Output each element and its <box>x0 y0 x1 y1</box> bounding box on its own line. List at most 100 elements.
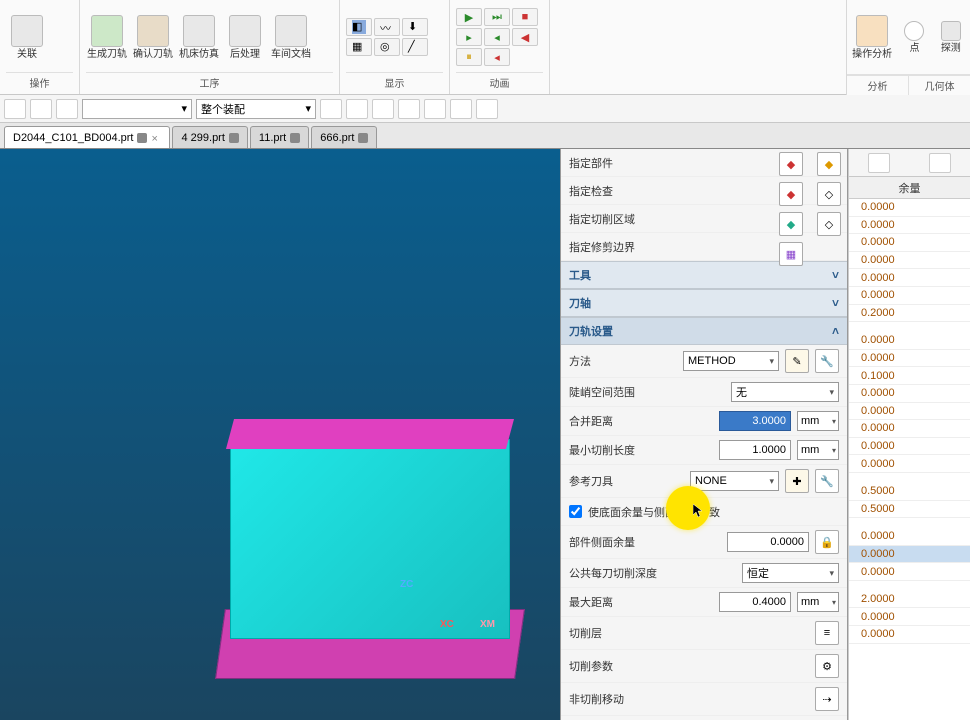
stock-value-cell[interactable]: 0.5000 <box>849 483 970 501</box>
qbtn-8[interactable] <box>424 99 446 119</box>
anim-rev[interactable]: ◀ <box>512 28 538 46</box>
tab-11[interactable]: 11.prt <box>250 126 309 148</box>
stock-value-cell[interactable]: 0.0000 <box>849 626 970 644</box>
anim-step[interactable]: ▸ <box>456 28 482 46</box>
3d-viewport[interactable]: ZC XC XM <box>0 149 560 720</box>
combo-cut-depth[interactable]: 恒定 <box>742 563 839 583</box>
lock-icon[interactable]: 🔒 <box>815 530 839 554</box>
combo-steep[interactable]: 无 <box>731 382 839 402</box>
stock-value-cell[interactable]: 0.2000 <box>849 305 970 323</box>
anim-end[interactable]: ⏭ <box>484 8 510 26</box>
display-btn-6[interactable]: ╱ <box>402 38 428 56</box>
section-path-settings[interactable]: 刀轨设置˄ <box>561 317 847 345</box>
spec-part-show-icon[interactable]: ◆ <box>817 152 841 176</box>
input-mincut-length[interactable] <box>719 440 791 460</box>
combo-filter-1[interactable]: ▾ <box>82 99 192 119</box>
cut-params-icon[interactable]: ⚙ <box>815 654 839 678</box>
stock-value-cell[interactable]: 0.0000 <box>849 546 970 564</box>
ana-btn-2[interactable] <box>929 153 951 173</box>
tab-d2044[interactable]: D2044_C101_BD004.prt× <box>4 126 170 148</box>
method-edit-icon[interactable]: ✎ <box>785 349 809 373</box>
stock-value-cell[interactable]: 0.5000 <box>849 501 970 519</box>
stock-value-cell[interactable]: 0.0000 <box>849 234 970 252</box>
stock-value-cell[interactable] <box>849 518 970 528</box>
combo-filter-2[interactable]: 整个装配▾ <box>196 99 316 119</box>
spec-cutarea-show-icon[interactable]: ◇ <box>817 212 841 236</box>
stock-value-cell[interactable]: 0.0000 <box>849 563 970 581</box>
spec-check-show-icon[interactable]: ◇ <box>817 182 841 206</box>
spec-part-pick-icon[interactable]: ◆ <box>779 152 803 176</box>
qbtn-9[interactable] <box>450 99 472 119</box>
qbtn-3[interactable] <box>56 99 78 119</box>
ribbon-btn-shopdoc[interactable]: 车间文档 <box>270 9 312 65</box>
stock-value-cell[interactable]: 0.0000 <box>849 269 970 287</box>
stock-value-cell[interactable]: 0.0000 <box>849 455 970 473</box>
anim-pause[interactable]: ⏸ <box>456 48 482 66</box>
qbtn-4[interactable] <box>320 99 342 119</box>
stock-value-cell[interactable]: 0.0000 <box>849 332 970 350</box>
reftool-wrench-icon[interactable]: 🔧 <box>815 469 839 493</box>
pin-icon[interactable] <box>358 133 368 143</box>
unit-maxdist[interactable]: mm <box>797 592 839 612</box>
pin-icon[interactable] <box>290 133 300 143</box>
stock-value-cell[interactable]: 0.0000 <box>849 252 970 270</box>
spec-cutarea-pick-icon[interactable]: ◆ <box>779 212 803 236</box>
close-icon[interactable]: × <box>151 133 161 143</box>
ribbon-btn-postproc[interactable]: 后处理 <box>224 9 266 65</box>
combo-method[interactable]: METHOD <box>683 351 779 371</box>
anim-stop[interactable]: ■ <box>512 8 538 26</box>
display-btn-4[interactable]: ▦ <box>346 38 372 56</box>
ribbon-btn-opanalysis[interactable]: 操作分析 <box>851 9 893 65</box>
qbtn-10[interactable] <box>476 99 498 119</box>
pin-icon[interactable] <box>137 133 147 143</box>
spec-check-pick-icon[interactable]: ◆ <box>779 182 803 206</box>
anim-back[interactable]: ◂ <box>484 48 510 66</box>
tab-666[interactable]: 666.prt <box>311 126 377 148</box>
tab-4299[interactable]: 4 299.prt <box>172 126 247 148</box>
pin-icon[interactable] <box>229 133 239 143</box>
cut-levels-icon[interactable]: ≡ <box>815 621 839 645</box>
stock-value-cell[interactable]: 0.0000 <box>849 199 970 217</box>
stock-value-cell[interactable]: 0.0000 <box>849 287 970 305</box>
ribbon-btn-assoc[interactable]: 关联 <box>6 9 48 65</box>
unit-merge[interactable]: mm <box>797 411 839 431</box>
stock-value-cell[interactable]: 0.0000 <box>849 403 970 421</box>
qbtn-2[interactable] <box>30 99 52 119</box>
ribbon-btn-gentoolpath[interactable]: 生成刀轨 <box>86 9 128 65</box>
qbtn-7[interactable] <box>398 99 420 119</box>
combo-reftool[interactable]: NONE <box>690 471 779 491</box>
stock-value-cell[interactable]: 0.0000 <box>849 385 970 403</box>
method-wrench-icon[interactable]: 🔧 <box>815 349 839 373</box>
stock-value-cell[interactable]: 2.0000 <box>849 591 970 609</box>
input-side-stock[interactable] <box>727 532 809 552</box>
ribbon-btn-probe[interactable]: 探测 <box>936 9 966 65</box>
stock-value-cell[interactable]: 0.0000 <box>849 350 970 368</box>
anim-stepback[interactable]: ◂ <box>484 28 510 46</box>
anim-play[interactable]: ▶ <box>456 8 482 26</box>
spec-trim-pick-icon[interactable]: ▦ <box>779 242 803 266</box>
ribbon-btn-simulate[interactable]: 机床仿真 <box>178 9 220 65</box>
stock-value-cell[interactable]: 0.0000 <box>849 438 970 456</box>
display-btn-3[interactable]: ⬇ <box>402 18 428 36</box>
stock-value-cell[interactable]: 0.0000 <box>849 217 970 235</box>
stock-value-cell[interactable]: 0.1000 <box>849 367 970 385</box>
qbtn-1[interactable] <box>4 99 26 119</box>
ribbon-btn-verify[interactable]: 确认刀轨 <box>132 9 174 65</box>
input-max-distance[interactable] <box>719 592 791 612</box>
display-btn-1[interactable]: ◧ <box>346 18 372 36</box>
qbtn-6[interactable] <box>372 99 394 119</box>
stock-value-cell[interactable]: 0.0000 <box>849 528 970 546</box>
input-merge-distance[interactable] <box>719 411 791 431</box>
stock-value-cell[interactable] <box>849 473 970 483</box>
noncut-moves-icon[interactable]: ⇢ <box>815 687 839 711</box>
qbtn-5[interactable] <box>346 99 368 119</box>
display-btn-2[interactable]: 〰 <box>374 18 400 36</box>
stock-value-cell[interactable]: 0.0000 <box>849 420 970 438</box>
unit-mincut[interactable]: mm <box>797 440 839 460</box>
stock-value-cell[interactable]: 0.0000 <box>849 608 970 626</box>
section-axis[interactable]: 刀轴˅ <box>561 289 847 317</box>
reftool-new-icon[interactable]: ✚ <box>785 469 809 493</box>
checkbox-stock-consistent[interactable] <box>569 505 582 518</box>
stock-value-cell[interactable] <box>849 581 970 591</box>
ribbon-btn-point[interactable]: 点 <box>899 9 929 65</box>
